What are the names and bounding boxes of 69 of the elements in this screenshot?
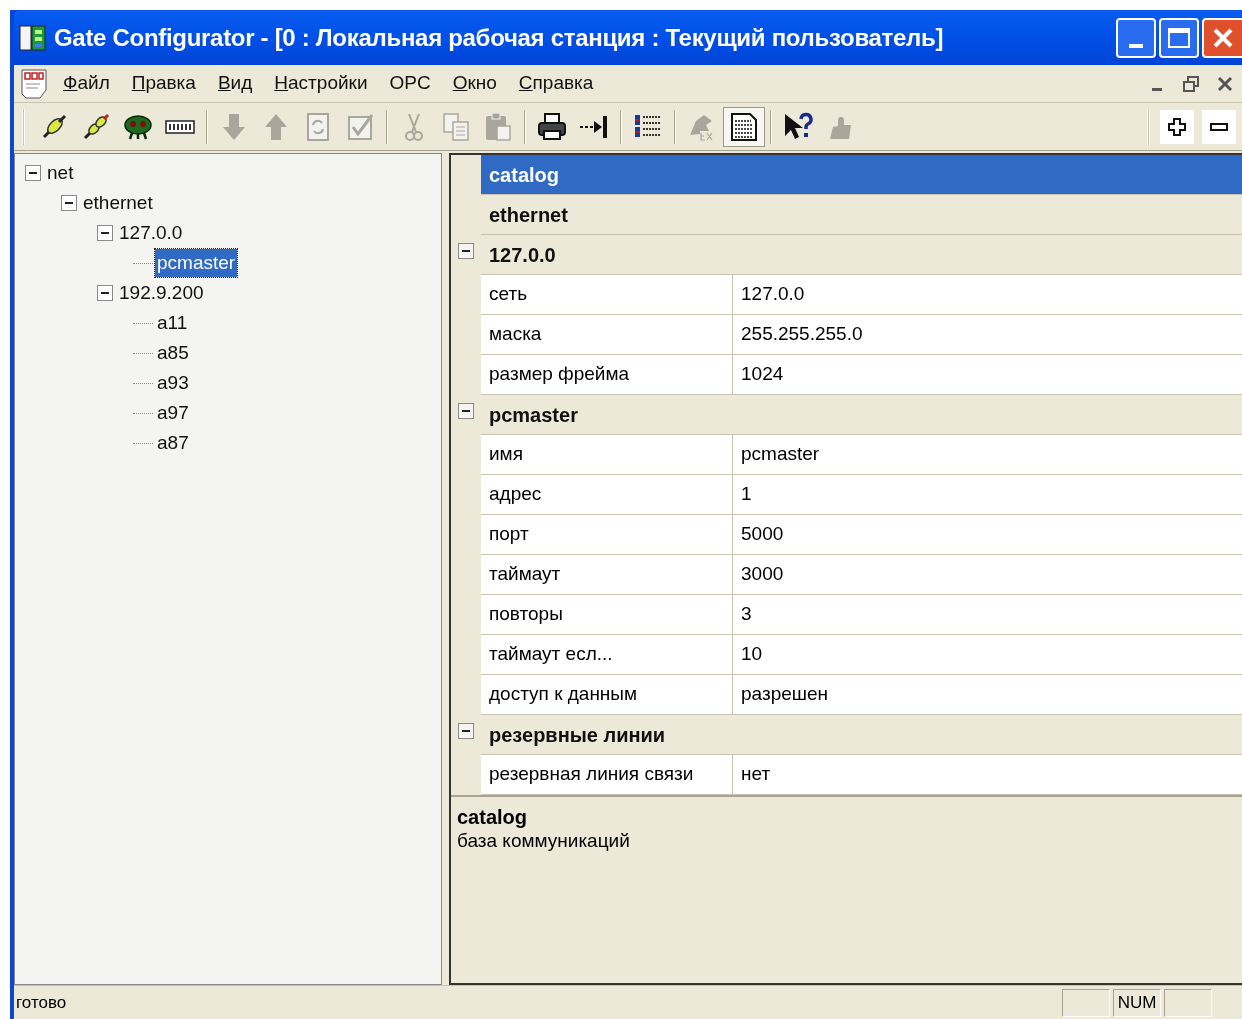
collapse-toggle[interactable] bbox=[97, 225, 113, 241]
status-panel bbox=[1164, 988, 1212, 1017]
property-name: таймаут bbox=[481, 555, 733, 595]
property-value[interactable]: разрешен bbox=[733, 675, 1242, 715]
collapse-toggle[interactable] bbox=[458, 243, 474, 259]
menu-item[interactable]: Правка bbox=[120, 67, 207, 100]
tree-node[interactable]: a87 bbox=[155, 428, 191, 458]
tree-node[interactable]: ethernet bbox=[81, 188, 155, 218]
menu-item[interactable]: Вид bbox=[206, 67, 264, 100]
property-name: резервная линия связи bbox=[481, 755, 733, 795]
restore-icon bbox=[1182, 74, 1200, 93]
collapse-all-button[interactable] bbox=[1202, 109, 1236, 144]
app-icon bbox=[18, 22, 48, 53]
document-icon bbox=[18, 67, 50, 100]
tree-node[interactable]: a85 bbox=[155, 338, 191, 368]
collapse-toggle[interactable] bbox=[97, 285, 113, 301]
menu-item[interactable]: Файл bbox=[52, 67, 121, 100]
menu-item[interactable]: Окно bbox=[441, 67, 508, 100]
property-name: маска bbox=[481, 315, 733, 355]
property-value[interactable]: нет bbox=[733, 755, 1242, 795]
expand-all-button[interactable] bbox=[1160, 109, 1194, 144]
tree-node[interactable]: a93 bbox=[155, 368, 191, 398]
category-row[interactable]: catalog bbox=[481, 155, 1242, 195]
collapse-toggle[interactable] bbox=[61, 195, 77, 211]
close-icon bbox=[1217, 75, 1233, 92]
property-value[interactable]: 3 bbox=[733, 595, 1242, 635]
collapse-toggle[interactable] bbox=[25, 165, 41, 181]
window-title: Gate Configurator - [0 : Локальная рабочая станция : Текущий пользователь] bbox=[54, 22, 944, 53]
property-value[interactable]: 1 bbox=[733, 475, 1242, 515]
minimize-button[interactable] bbox=[1116, 17, 1156, 58]
collapse-toggle[interactable] bbox=[458, 723, 474, 739]
property-name: повторы bbox=[481, 595, 733, 635]
property-name: доступ к данным bbox=[481, 675, 733, 715]
property-value[interactable]: 1024 bbox=[733, 355, 1242, 395]
minus-icon bbox=[1209, 122, 1229, 131]
tree-node[interactable]: 192.9.200 bbox=[117, 278, 206, 308]
tree-node[interactable]: net bbox=[45, 158, 76, 188]
status-panel: NUM bbox=[1113, 988, 1161, 1017]
property-value[interactable]: 3000 bbox=[733, 555, 1242, 595]
property-value[interactable]: 255.255.255.0 bbox=[733, 315, 1242, 355]
collapse-toggle[interactable] bbox=[458, 403, 474, 419]
description-title: catalog bbox=[457, 805, 528, 829]
property-name: размер фрейма bbox=[481, 355, 733, 395]
tree-node[interactable]: a11 bbox=[155, 308, 190, 338]
maximize-button[interactable] bbox=[1159, 17, 1199, 58]
close-button[interactable] bbox=[1202, 17, 1242, 58]
property-value[interactable]: 10 bbox=[733, 635, 1242, 675]
menu-item[interactable]: OPC bbox=[378, 67, 442, 100]
property-name: имя bbox=[481, 435, 733, 475]
plus-icon bbox=[1167, 116, 1187, 137]
tree-node[interactable]: pcmaster bbox=[155, 248, 238, 278]
property-name: таймаут есл... bbox=[481, 635, 733, 675]
menu-item[interactable]: Справка bbox=[507, 67, 605, 100]
property-name: порт bbox=[481, 515, 733, 555]
copy-icon bbox=[440, 110, 472, 143]
tree-node[interactable]: a97 bbox=[155, 398, 191, 428]
status-text: готово bbox=[15, 991, 67, 1014]
tree-node[interactable]: 127.0.0 bbox=[117, 218, 185, 248]
menu-item[interactable]: Настройки bbox=[263, 67, 379, 100]
property-name: адрес bbox=[481, 475, 733, 515]
toolbar-button[interactable] bbox=[723, 106, 765, 147]
property-value[interactable]: 127.0.0 bbox=[733, 275, 1242, 315]
property-value[interactable]: pcmaster bbox=[733, 435, 1242, 475]
description-text: база коммуникаций bbox=[457, 829, 630, 853]
text-page-icon bbox=[728, 110, 760, 143]
property-name: сеть bbox=[481, 275, 733, 315]
status-panel bbox=[1062, 988, 1110, 1017]
printer-icon bbox=[536, 110, 568, 143]
property-value[interactable]: 5000 bbox=[733, 515, 1242, 555]
